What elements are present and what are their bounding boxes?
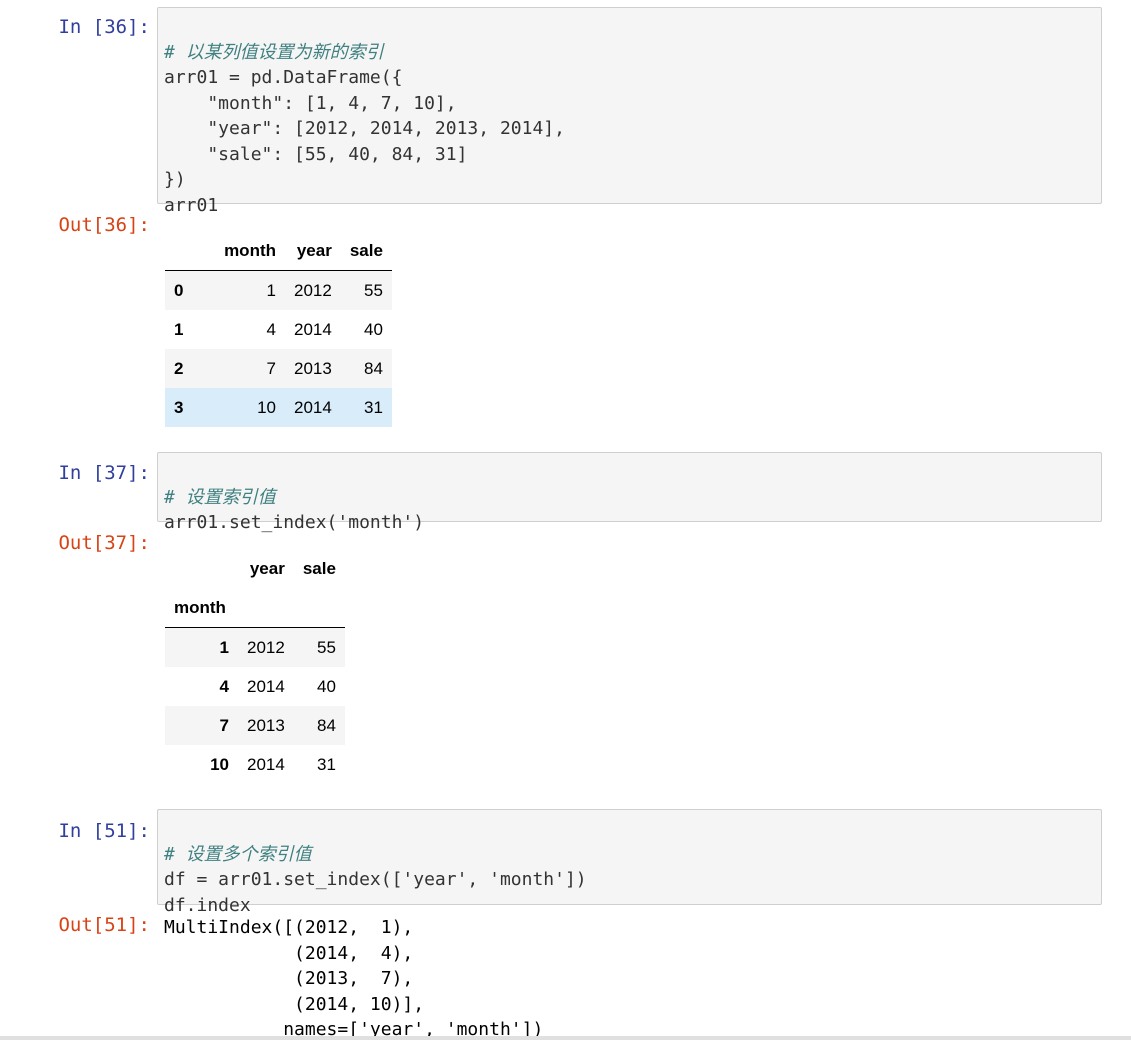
- table-row: 0 1 2012 55: [165, 270, 392, 310]
- input-prompt-37: In [37]:: [58, 462, 150, 484]
- output-prompt-37: Out[37]:: [58, 532, 150, 554]
- dataframe-output-37: year sale month 1 2012 55 4 2014 40 7 20…: [165, 549, 345, 784]
- table-cell: 84: [364, 358, 383, 378]
- table-cell: 40: [364, 319, 383, 339]
- table-cell: 7: [266, 358, 276, 378]
- input-prompt-51: In [51]:: [58, 820, 150, 842]
- table-row: 1 2012 55: [165, 627, 345, 667]
- table-cell: 2014: [247, 754, 285, 774]
- code-line: "year": [2012, 2014, 2013, 2014],: [164, 118, 565, 139]
- output-line: (2013, 7),: [164, 968, 414, 989]
- index-header: [165, 549, 238, 588]
- empty-header: [294, 588, 345, 628]
- output-line: MultiIndex([(2012, 1),: [164, 917, 414, 938]
- column-header: sale: [349, 240, 383, 260]
- code-line: # 设置索引值: [164, 486, 276, 508]
- empty-header: [238, 588, 294, 628]
- code-line: # 以某列值设置为新的索引: [164, 41, 384, 63]
- table-cell: 84: [317, 715, 336, 735]
- table-cell: 55: [317, 637, 336, 657]
- output-line: (2014, 4),: [164, 942, 414, 964]
- row-index: 0: [174, 280, 184, 300]
- row-index: 1: [174, 319, 184, 339]
- code-line: df = arr01.set_index(['year', 'month']): [164, 869, 587, 890]
- output-line: (2014, 10)],: [164, 993, 425, 1015]
- table-row: 4 2014 40: [165, 667, 345, 706]
- column-header: sale: [302, 558, 336, 578]
- code-cell-51[interactable]: # 设置多个索引值 df = arr01.set_index(['year', …: [157, 809, 1102, 916]
- table-row: 7 2013 84: [165, 706, 345, 745]
- table-row: 2 7 2013 84: [165, 349, 392, 388]
- code-line: "sale": [55, 40, 84, 31]: [164, 143, 468, 165]
- code-line: }): [164, 169, 186, 190]
- table-cell: 2014: [294, 397, 332, 417]
- table-cell: 4: [266, 319, 276, 339]
- table-cell: 2014: [247, 676, 285, 696]
- row-index: 2: [174, 358, 184, 378]
- table-cell: 2012: [247, 637, 285, 657]
- table-row: 10 2014 31: [165, 745, 345, 784]
- code-line: df.index: [164, 894, 251, 916]
- code-line: "month": [1, 4, 7, 10],: [164, 92, 457, 114]
- input-prompt-36: In [36]:: [58, 16, 150, 38]
- output-prompt-36: Out[36]:: [58, 214, 150, 236]
- column-header: year: [296, 240, 332, 260]
- column-header: year: [249, 558, 285, 578]
- code-line: arr01: [164, 194, 219, 216]
- table-cell: 10: [257, 397, 276, 417]
- row-index: 4: [219, 676, 229, 696]
- code-line: arr01.set_index('month'): [164, 512, 425, 533]
- table-cell: 31: [317, 754, 336, 774]
- code-cell-37[interactable]: # 设置索引值 arr01.set_index('month'): [157, 452, 1102, 533]
- table-cell: 2014: [294, 319, 332, 339]
- text-output-51: MultiIndex([(2012, 1), (2014, 4), (2013,…: [164, 915, 543, 1043]
- index-name-header: month: [174, 597, 226, 617]
- table-row-hovered: 3 10 2014 31: [165, 388, 392, 427]
- table-cell: 2013: [247, 715, 285, 735]
- row-index: 10: [210, 754, 229, 774]
- row-index: 3: [174, 397, 184, 417]
- code-line: arr01 = pd.DataFrame({: [164, 67, 403, 88]
- code-cell-36[interactable]: # 以某列值设置为新的索引 arr01 = pd.DataFrame({ "mo…: [157, 7, 1102, 216]
- table-cell: 1: [266, 280, 276, 300]
- output-prompt-51: Out[51]:: [58, 914, 150, 936]
- code-line: # 设置多个索引值: [164, 843, 312, 865]
- row-index: 7: [219, 715, 229, 735]
- horizontal-scrollbar[interactable]: [0, 1036, 1131, 1040]
- column-header: month: [224, 240, 276, 260]
- index-header: [165, 231, 203, 271]
- table-cell: 40: [317, 676, 336, 696]
- table-cell: 55: [364, 280, 383, 300]
- dataframe-output-36: month year sale 0 1 2012 55 1 4 2014 40 …: [165, 231, 392, 427]
- table-cell: 31: [364, 397, 383, 417]
- table-row: 1 4 2014 40: [165, 310, 392, 349]
- table-cell: 2013: [294, 358, 332, 378]
- row-index: 1: [219, 637, 229, 657]
- table-cell: 2012: [294, 280, 332, 300]
